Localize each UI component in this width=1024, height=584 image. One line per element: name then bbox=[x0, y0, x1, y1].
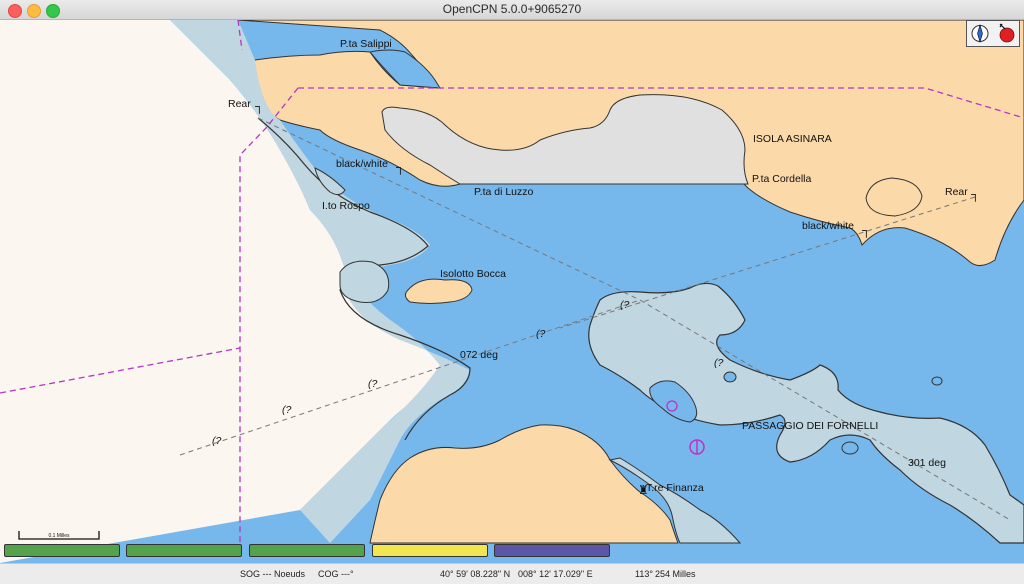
label-asinara: ISOLA ASINARA bbox=[753, 133, 832, 145]
beacon-bw-right-icon: ┐ bbox=[862, 223, 871, 238]
rock-fornelli-2 bbox=[841, 441, 859, 455]
chart-bar-key-5[interactable] bbox=[494, 544, 610, 557]
label-black-white-right: black/white bbox=[802, 220, 854, 232]
label-black-white-left: black/white bbox=[336, 158, 388, 170]
label-fornelli: PASSAGGIO DEI FORNELLI bbox=[742, 420, 878, 432]
status-sog: SOG --- Noeuds bbox=[240, 569, 306, 579]
label-301-deg: 301 deg bbox=[908, 457, 946, 469]
compass-icon[interactable] bbox=[967, 21, 1019, 46]
label-unknown-3: (? bbox=[368, 378, 377, 390]
scale-bar: 0.1 Milles bbox=[18, 528, 100, 540]
chart-bar-key-2[interactable] bbox=[126, 544, 242, 557]
chart-bar-key-1[interactable] bbox=[4, 544, 120, 557]
label-unknown-4: (? bbox=[536, 328, 545, 340]
label-cordella: P.ta Cordella bbox=[752, 173, 812, 185]
chart-bar-key-3[interactable] bbox=[249, 544, 365, 557]
nautical-chart-canvas[interactable]: ┐ ┐ ┐ ┐ ♜ P.ta Salippi Rear black/white … bbox=[0, 20, 1024, 563]
label-072-deg: 072 deg bbox=[460, 349, 498, 361]
status-cog: COG ---° bbox=[318, 569, 354, 579]
label-salippi: P.ta Salippi bbox=[340, 38, 392, 50]
title-bar: OpenCPN 5.0.0+9065270 bbox=[0, 0, 1024, 20]
label-unknown-5: (? bbox=[620, 299, 629, 311]
label-unknown-6: (? bbox=[714, 357, 723, 369]
label-rear-left: Rear bbox=[228, 98, 251, 110]
status-bar: SOG --- Noeuds COG ---° 40° 59' 08.228" … bbox=[0, 563, 1024, 584]
label-unknown-2: (? bbox=[282, 404, 291, 416]
compass-widget[interactable] bbox=[966, 20, 1020, 47]
beacon-rear-right-icon: ┐ bbox=[971, 187, 980, 202]
status-distance: 254 Milles bbox=[655, 569, 696, 579]
label-unknown-1: (? bbox=[212, 435, 221, 447]
rock-fornelli-1 bbox=[723, 371, 737, 383]
label-finanza: T.re Finanza bbox=[646, 482, 704, 494]
chart-bar-key-4[interactable] bbox=[372, 544, 488, 557]
beacon-bw-left-icon: ┐ bbox=[396, 160, 405, 175]
label-rear-right: Rear bbox=[945, 186, 968, 198]
label-rospo: I.to Rospo bbox=[322, 200, 370, 212]
status-longitude: 008° 12' 17.029" E bbox=[518, 569, 593, 579]
window-title: OpenCPN 5.0.0+9065270 bbox=[442, 2, 582, 16]
label-isolotto-bocca: Isolotto Bocca bbox=[440, 268, 506, 280]
label-luzzo: P.ta di Luzzo bbox=[474, 186, 534, 198]
rock-fornelli-3 bbox=[931, 376, 943, 386]
status-latitude: 40° 59' 08.228" N bbox=[440, 569, 511, 579]
beacon-rear-left-icon: ┐ bbox=[255, 99, 264, 114]
rocks-island bbox=[339, 260, 390, 303]
scale-bar-label: 0.1 Milles bbox=[48, 533, 70, 539]
chart-bar bbox=[0, 543, 1024, 559]
status-bearing: 113° bbox=[635, 569, 653, 579]
